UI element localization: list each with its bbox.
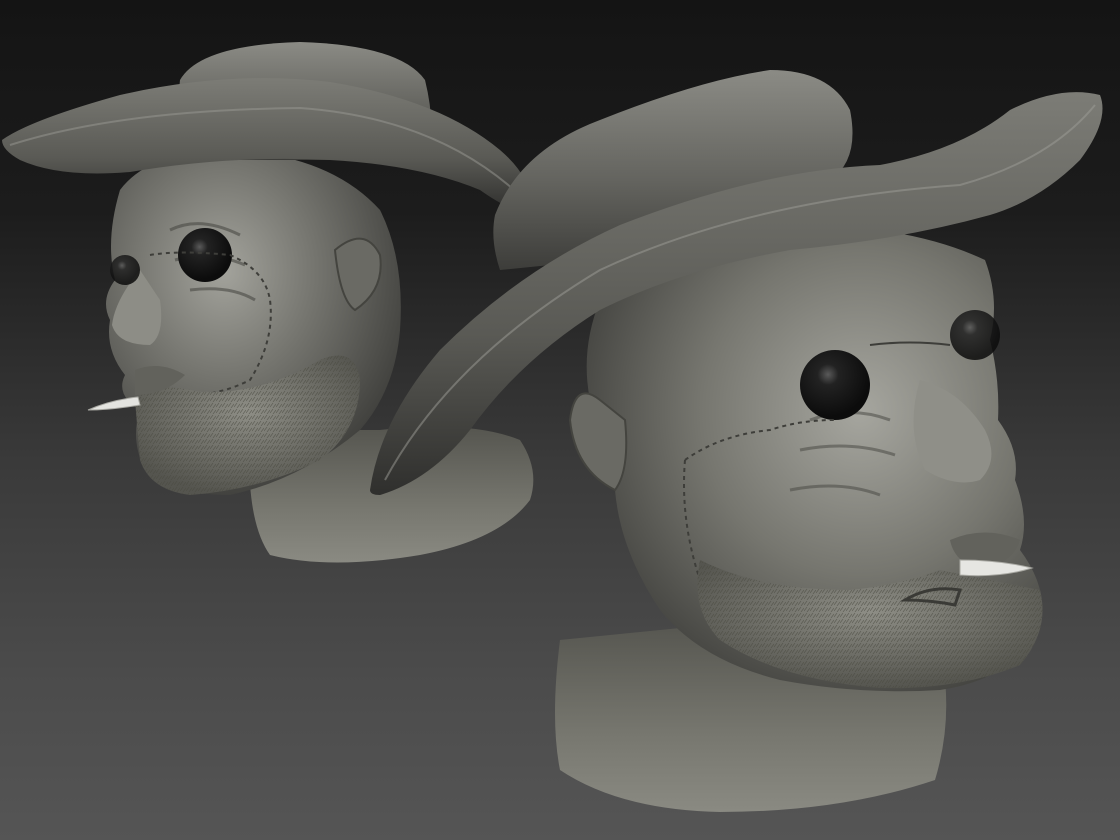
- sculpt-viewport[interactable]: [0, 0, 1120, 840]
- right-eye: [800, 350, 870, 420]
- cowboy-head-bust-left[interactable]: [2, 42, 534, 563]
- viewport-canvas: [2, 42, 1103, 812]
- left-toothpick: [87, 396, 141, 411]
